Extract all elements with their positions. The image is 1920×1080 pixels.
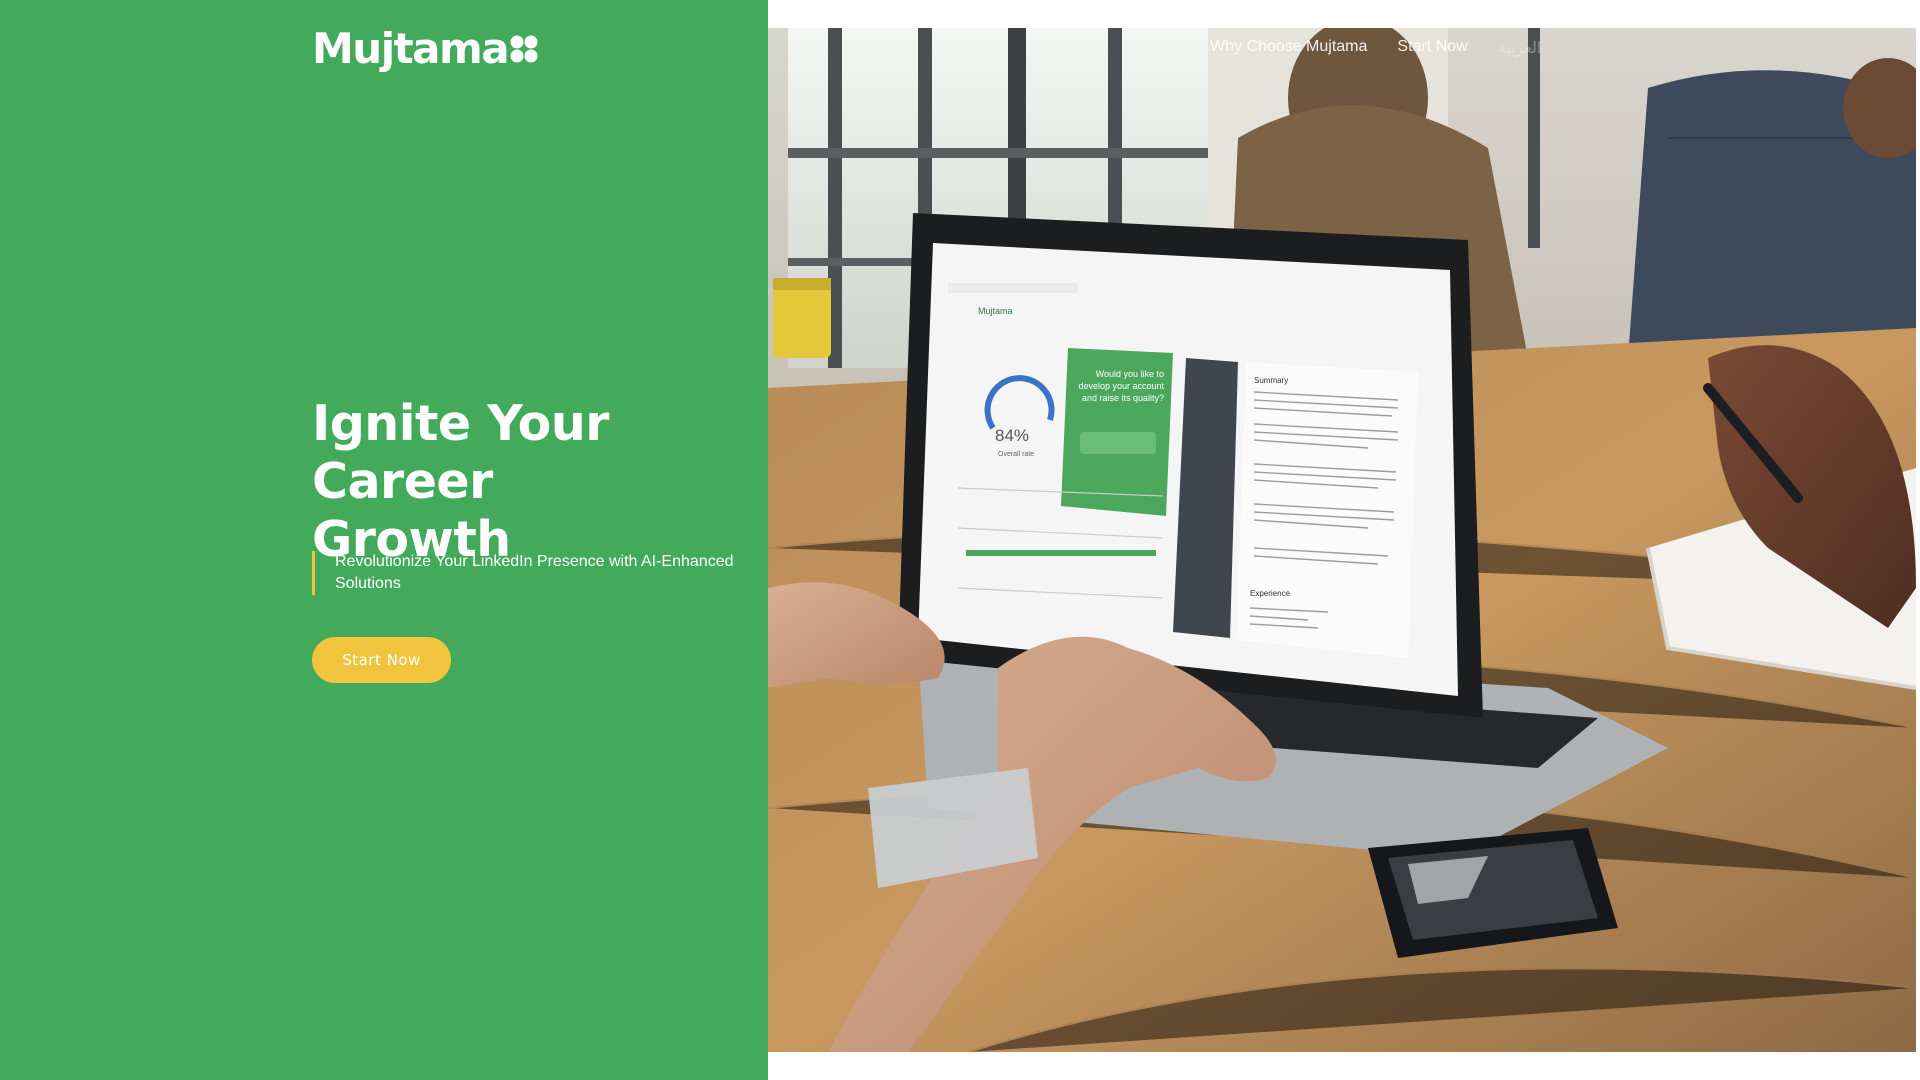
start-now-button[interactable]: Start Now: [312, 637, 451, 683]
screen-score-caption: Overall rate: [998, 451, 1034, 458]
nav-link-start-now[interactable]: Start Now: [1397, 38, 1467, 58]
top-nav: Why Choose Mujtama Start Now العربية: [1180, 38, 1541, 58]
office-laptop-photo: Mujtama 84% Overall rate Would you like …: [768, 28, 1916, 1052]
screen-section-summary: Summary: [1254, 376, 1288, 385]
screen-score: 84%: [995, 426, 1029, 445]
hero-panel: Mujtama Ignite Your Career Growth Revolu…: [0, 0, 768, 1080]
screen-section-experience: Experience: [1250, 589, 1291, 598]
screen-prompt: Would you like to develop your account a…: [1078, 369, 1164, 403]
yellow-mug: [773, 278, 831, 358]
screen-app-logo: Mujtama: [978, 306, 1013, 316]
brand-wordmark: Mujtama: [312, 24, 510, 73]
brand-logo[interactable]: Mujtama: [312, 26, 538, 72]
brand-mark-icon: [510, 35, 538, 63]
hero-photo: Mujtama 84% Overall rate Would you like …: [768, 28, 1916, 1052]
hero-title-line-1: Ignite Your Career: [312, 395, 609, 510]
hero-title: Ignite Your Career Growth: [312, 395, 752, 569]
screen-prompt-text: Would you like to develop your account a…: [1078, 369, 1164, 403]
hero-subtitle: Revolutionize Your LinkedIn Presence wit…: [312, 551, 755, 595]
nav-link-why-choose[interactable]: Why Choose Mujtama: [1210, 38, 1367, 58]
nav-link-language[interactable]: العربية: [1498, 38, 1542, 58]
